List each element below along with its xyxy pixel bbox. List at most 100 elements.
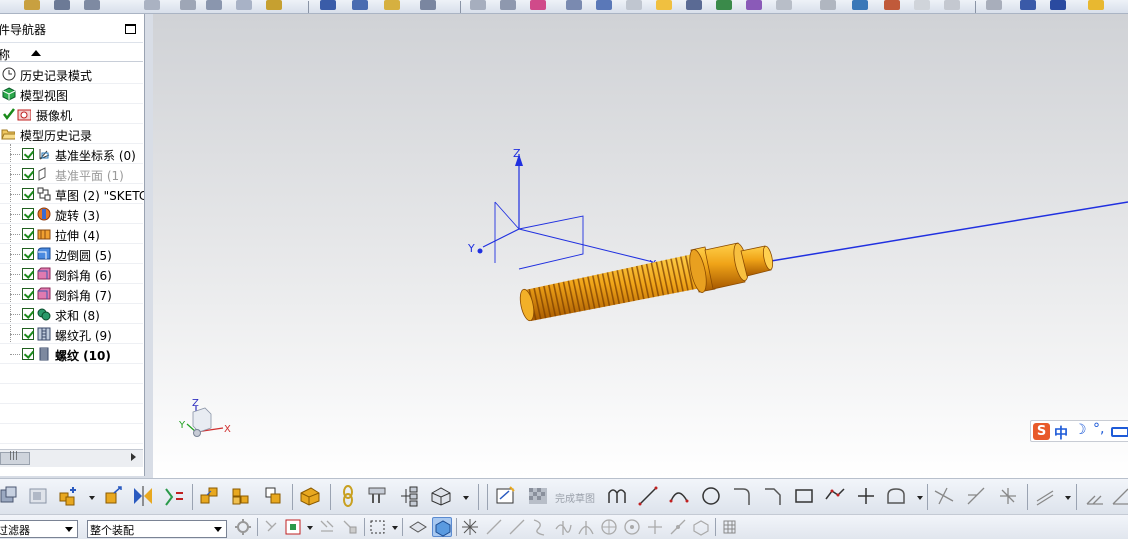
toolbar-icon[interactable]	[596, 0, 612, 10]
toolbar-icon[interactable]	[206, 0, 222, 10]
tree-item-feature[interactable]: 旋转 (3)	[0, 204, 143, 224]
tree-item-model-views[interactable]: 模型视图	[0, 84, 143, 104]
reference-set-icon[interactable]	[367, 485, 389, 507]
component-icon[interactable]	[27, 485, 49, 507]
ime-punctuation-toggle[interactable]: °,	[1093, 421, 1104, 437]
toolbar-icon[interactable]	[884, 0, 900, 10]
toolbar-icon[interactable]	[180, 0, 196, 10]
toolbar-icon[interactable]	[986, 0, 1002, 10]
tree-item-feature[interactable]: 螺纹 (10)	[0, 344, 143, 364]
toolbar-icon[interactable]	[384, 0, 400, 10]
quick-extend-icon[interactable]	[965, 485, 987, 507]
snap-center-icon[interactable]	[622, 517, 642, 537]
polygon-icon[interactable]	[824, 485, 846, 507]
toolbar-icon[interactable]	[530, 0, 546, 10]
tree-item-feature[interactable]: 倒斜角 (6)	[0, 264, 143, 284]
tree-item-camera[interactable]: 摄像机	[0, 104, 143, 124]
ime-status-bar[interactable]: S 中 ☽ °,	[1030, 420, 1128, 442]
toolbar-icon[interactable]	[1020, 0, 1036, 10]
visibility-checkbox[interactable]	[22, 208, 34, 220]
quick-trim-icon[interactable]	[933, 485, 955, 507]
toolbar-icon[interactable]	[716, 0, 732, 10]
toolbar-icon[interactable]	[24, 0, 40, 10]
assembly-sequence-icon[interactable]	[230, 485, 252, 507]
snap-quadrant-icon[interactable]	[599, 517, 619, 537]
chamfer-icon[interactable]	[762, 485, 784, 507]
offset-curve-icon[interactable]	[1034, 485, 1056, 507]
snap-endpoint-icon[interactable]	[484, 517, 504, 537]
dropdown-arrow-icon[interactable]	[463, 496, 469, 500]
toolbar-icon[interactable]	[266, 0, 282, 10]
rectangle-icon[interactable]	[793, 485, 815, 507]
grid-icon[interactable]	[720, 517, 740, 537]
dropdown-arrow-icon[interactable]	[917, 496, 923, 500]
sketch-icon[interactable]	[495, 485, 517, 507]
explode-view-icon[interactable]	[199, 485, 221, 507]
maximize-icon[interactable]	[125, 24, 136, 34]
tree-item-feature[interactable]: 基准坐标系 (0)	[0, 144, 143, 164]
toolbar-icon[interactable]	[1050, 0, 1066, 10]
visibility-checkbox[interactable]	[22, 228, 34, 240]
toolbar-icon[interactable]	[236, 0, 252, 10]
select-face-icon[interactable]	[284, 517, 304, 537]
dropdown-arrow-icon[interactable]	[392, 526, 398, 530]
horizontal-scrollbar[interactable]	[0, 449, 143, 467]
finish-sketch-label[interactable]: 完成草图	[555, 490, 595, 505]
mirror-assembly-icon[interactable]	[132, 485, 154, 507]
toolbar-icon[interactable]	[776, 0, 792, 10]
tree-item-model-history[interactable]: 模型历史记录	[0, 124, 143, 144]
visibility-checkbox[interactable]	[22, 188, 34, 200]
graphics-viewport[interactable]: Z Y X Z Y X	[153, 14, 1128, 478]
toolbar-icon[interactable]	[500, 0, 516, 10]
gear-icon[interactable]	[233, 517, 253, 537]
display-mode-icon[interactable]	[430, 485, 452, 507]
toolbar-icon[interactable]	[686, 0, 702, 10]
line-icon[interactable]	[637, 485, 659, 507]
arc-icon[interactable]	[668, 485, 690, 507]
tree-item-history-mode[interactable]: 历史记录模式	[0, 64, 143, 84]
visibility-checkbox[interactable]	[22, 268, 34, 280]
rectangle-select-icon[interactable]	[368, 517, 388, 537]
select-component-icon[interactable]	[340, 517, 360, 537]
toolbar-icon[interactable]	[656, 0, 672, 10]
toolbar-icon[interactable]	[54, 0, 70, 10]
datum-csys[interactable]: Z Y X	[467, 147, 657, 271]
toolbar-icon[interactable]	[944, 0, 960, 10]
constraint-icon[interactable]	[163, 485, 185, 507]
select-feature-icon[interactable]	[262, 517, 282, 537]
toolbar-icon[interactable]	[144, 0, 160, 10]
visibility-checkbox[interactable]	[22, 328, 34, 340]
column-header-name[interactable]: 称	[0, 42, 143, 62]
toolbar-icon[interactable]	[470, 0, 486, 10]
link-icon[interactable]	[337, 485, 359, 507]
snap-point-icon[interactable]	[460, 517, 480, 537]
snap-intersection-icon[interactable]	[553, 517, 573, 537]
add-component-icon[interactable]	[58, 485, 80, 507]
tree-item-feature[interactable]: 基准平面 (1)	[0, 164, 143, 184]
toolbar-icon[interactable]	[820, 0, 836, 10]
constraint-perpendicular-icon[interactable]	[1110, 485, 1128, 507]
selection-scope-select[interactable]: 整个装配	[87, 520, 227, 538]
type-filter-select[interactable]: 过滤器	[0, 520, 78, 538]
finish-sketch-flag-icon[interactable]	[527, 485, 549, 507]
bolt-model[interactable]	[518, 242, 775, 322]
profile-icon[interactable]	[607, 485, 629, 507]
show-hide-icon[interactable]	[408, 517, 428, 537]
tree-item-feature[interactable]: 草图 (2) "SKETC	[0, 184, 144, 204]
toolbar-icon[interactable]	[84, 0, 100, 10]
scroll-right-icon[interactable]	[131, 453, 136, 461]
wave-geometry-linker-icon[interactable]	[262, 485, 284, 507]
toolbar-icon[interactable]	[914, 0, 930, 10]
toolbar-icon[interactable]	[320, 0, 336, 10]
toolbar-icon[interactable]	[746, 0, 762, 10]
assembly-navigator-icon[interactable]	[398, 485, 420, 507]
tree-item-feature[interactable]: 边倒圆 (5)	[0, 244, 143, 264]
make-corner-icon[interactable]	[997, 485, 1019, 507]
snap-midpoint-icon[interactable]	[507, 517, 527, 537]
visibility-checkbox[interactable]	[22, 168, 34, 180]
spline-icon[interactable]	[885, 485, 907, 507]
toolbar-icon[interactable]	[852, 0, 868, 10]
tree-item-feature[interactable]: 倒斜角 (7)	[0, 284, 143, 304]
visibility-checkbox[interactable]	[22, 308, 34, 320]
scrollbar-thumb[interactable]	[0, 451, 30, 465]
